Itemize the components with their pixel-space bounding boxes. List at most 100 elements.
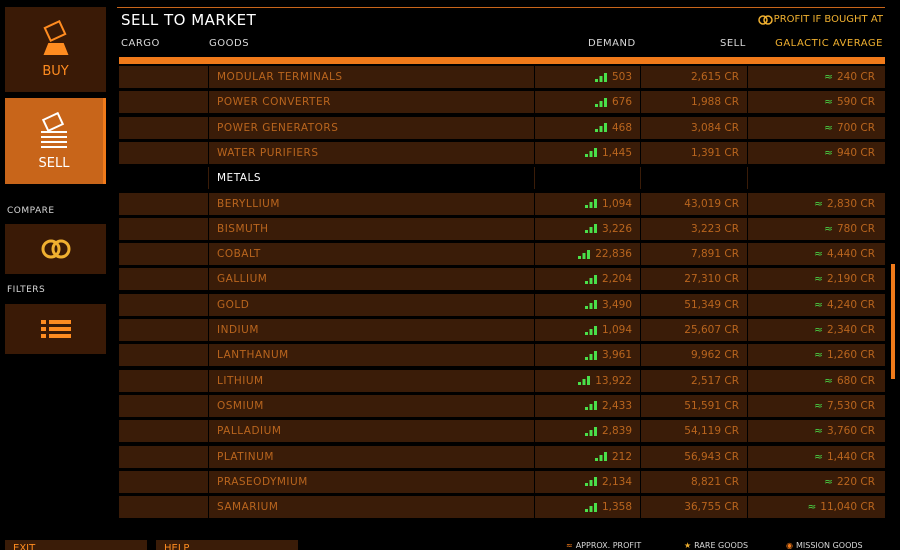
col-galactic-average[interactable]: GALACTIC AVERAGE	[775, 38, 883, 49]
avg-cell: ≈940 CR	[747, 141, 885, 164]
table-row[interactable]: GALLIUM 2,204 27,310 CR ≈2,190 CR	[119, 268, 885, 291]
page-title: SELL TO MARKET	[121, 11, 257, 29]
table-row[interactable]: LANTHANUM 3,961 9,962 CR ≈1,260 CR	[119, 344, 885, 367]
avg-value: 2,190 CR	[826, 273, 875, 286]
col-demand[interactable]: DEMAND	[588, 38, 636, 49]
approx-icon: ≈	[824, 121, 833, 134]
demand-cell: 2,134	[534, 470, 640, 493]
goods-name: BISMUTH	[208, 217, 534, 240]
approx-icon: ≈	[824, 146, 833, 159]
table-row[interactable]: SAMARIUM 1,358 36,755 CR ≈11,040 CR	[119, 496, 885, 519]
category-label: METALS	[208, 167, 534, 190]
demand-cell: 212	[534, 445, 640, 468]
buy-button[interactable]: BUY	[5, 7, 106, 92]
table-row[interactable]: PRASEODYMIUM 2,134 8,821 CR ≈220 CR	[119, 470, 885, 493]
table-row[interactable]: POWER GENERATORS 468 3,084 CR ≈700 CR	[119, 116, 885, 139]
sell-price: 51,349 CR	[640, 293, 747, 316]
demand-cell: 2,839	[534, 420, 640, 443]
goods-name: MODULAR TERMINALS	[208, 66, 534, 88]
demand-bars-icon	[584, 401, 597, 411]
empty-cell	[747, 167, 885, 190]
demand-bars-icon	[584, 274, 597, 284]
demand-cell: 3,961	[534, 344, 640, 367]
avg-value: 680 CR	[836, 374, 875, 387]
sell-button[interactable]: SELL	[5, 98, 106, 184]
sell-price: 3,223 CR	[640, 217, 747, 240]
table-row[interactable]: COBALT 22,836 7,891 CR ≈4,440 CR	[119, 243, 885, 266]
table-row[interactable]: GOLD 3,490 51,349 CR ≈4,240 CR	[119, 293, 885, 316]
compare-button[interactable]	[5, 224, 106, 274]
profit-note: PROFIT IF BOUGHT AT	[757, 14, 883, 25]
avg-value: 1,260 CR	[826, 349, 875, 362]
approx-icon: ≈	[814, 349, 823, 362]
help-button[interactable]: HELP	[156, 540, 298, 550]
goods-name: LANTHANUM	[208, 344, 534, 367]
buy-icon	[42, 20, 68, 55]
avg-cell: ≈680 CR	[747, 369, 885, 392]
table-row[interactable]: INDIUM 1,094 25,607 CR ≈2,340 CR	[119, 319, 885, 341]
demand-bars-icon	[584, 477, 597, 487]
sell-price: 1,391 CR	[640, 141, 747, 164]
table-row[interactable]: BISMUTH 3,226 3,223 CR ≈780 CR	[119, 217, 885, 240]
avg-value: 3,760 CR	[826, 425, 875, 438]
demand-value: 3,226	[601, 222, 632, 235]
table-row[interactable]: WATER PURIFIERS 1,445 1,391 CR ≈940 CR	[119, 141, 885, 164]
legend-approx-profit: ≈ APPROX. PROFIT	[566, 541, 641, 550]
demand-cell: 676	[534, 91, 640, 114]
top-divider	[117, 7, 885, 8]
avg-cell: ≈2,830 CR	[747, 192, 885, 215]
legend-mission-text: MISSION GOODS	[795, 541, 863, 550]
demand-cell: 3,490	[534, 293, 640, 316]
demand-bars-icon	[594, 97, 607, 107]
demand-value: 1,094	[601, 324, 632, 336]
table-row[interactable]: BERYLLIUM 1,094 43,019 CR ≈2,830 CR	[119, 192, 885, 215]
approx-icon: ≈	[824, 475, 833, 488]
table-row[interactable]: MODULAR TERMINALS 503 2,615 CR ≈240 CR	[119, 66, 885, 88]
approx-icon: ≈	[814, 273, 823, 286]
selection-bar	[119, 57, 885, 64]
approx-icon: ≈	[824, 71, 833, 83]
goods-name: PRASEODYMIUM	[208, 470, 534, 493]
col-cargo[interactable]: CARGO	[121, 38, 160, 49]
avg-value: 11,040 CR	[820, 501, 875, 514]
demand-bars-icon	[594, 452, 607, 461]
goods-name: BERYLLIUM	[208, 192, 534, 215]
demand-cell: 1,358	[534, 496, 640, 519]
table-row[interactable]: POWER CONVERTER 676 1,988 CR ≈590 CR	[119, 91, 885, 114]
col-goods[interactable]: GOODS	[209, 38, 249, 49]
avg-value: 7,530 CR	[826, 399, 875, 412]
sell-price: 27,310 CR	[640, 268, 747, 291]
goods-name: COBALT	[208, 243, 534, 266]
avg-cell: ≈4,440 CR	[747, 243, 885, 266]
avg-value: 2,340 CR	[826, 324, 875, 336]
table-row[interactable]: PLATINUM 212 56,943 CR ≈1,440 CR	[119, 445, 885, 468]
demand-bars-icon	[578, 249, 591, 259]
table-row[interactable]: LITHIUM 13,922 2,517 CR ≈680 CR	[119, 369, 885, 392]
table-row[interactable]: PALLADIUM 2,839 54,119 CR ≈3,760 CR	[119, 420, 885, 443]
avg-value: 4,440 CR	[826, 248, 875, 261]
exit-button[interactable]: EXIT	[5, 540, 147, 550]
empty-cell	[640, 167, 747, 190]
approx-icon: ≈	[824, 222, 833, 235]
goods-name: POWER GENERATORS	[208, 116, 534, 139]
demand-value: 212	[611, 450, 632, 463]
avg-cell: ≈780 CR	[747, 217, 885, 240]
buy-label: BUY	[42, 64, 69, 79]
sell-price: 56,943 CR	[640, 445, 747, 468]
market-panel: SELL TO MARKET PROFIT IF BOUGHT AT CARGO…	[117, 0, 885, 550]
avg-value: 590 CR	[836, 96, 875, 109]
demand-bars-icon	[594, 123, 607, 133]
demand-value: 676	[611, 96, 632, 109]
demand-value: 2,839	[601, 425, 632, 438]
approx-icon: ≈	[814, 298, 823, 311]
goods-table: MODULAR TERMINALS 503 2,615 CR ≈240 CR POWER…	[119, 66, 885, 534]
scrollbar[interactable]	[891, 264, 895, 379]
table-row[interactable]: OSMIUM 2,433 51,591 CR ≈7,530 CR	[119, 394, 885, 417]
avg-value: 4,240 CR	[826, 298, 875, 311]
demand-cell: 503	[534, 66, 640, 88]
col-sell[interactable]: SELL	[720, 38, 746, 49]
demand-bars-icon	[584, 502, 597, 512]
demand-cell: 13,922	[534, 369, 640, 392]
filters-button[interactable]	[5, 304, 106, 354]
demand-value: 2,134	[601, 475, 632, 488]
